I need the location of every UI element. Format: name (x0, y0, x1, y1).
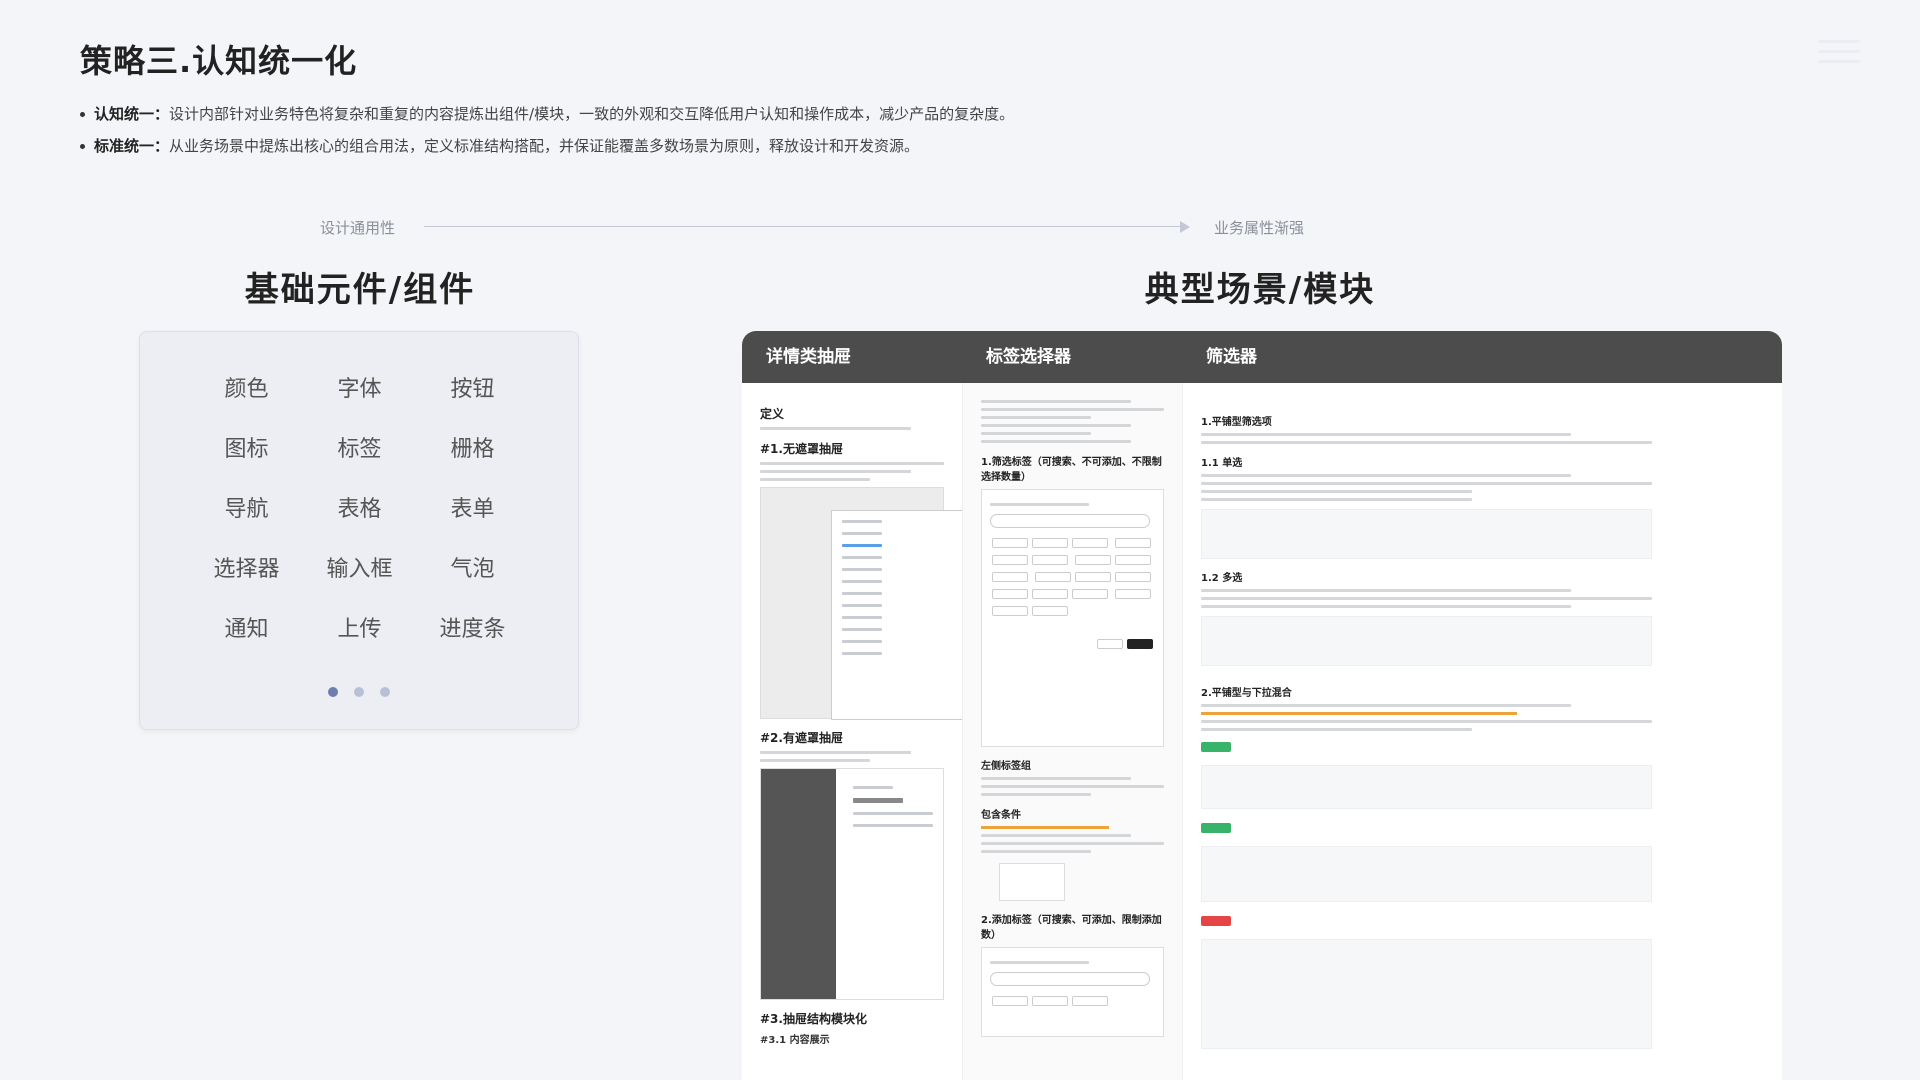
component-item: 进度条 (439, 617, 506, 642)
filter-mockup (1201, 616, 1652, 666)
component-item: 栅格 (450, 437, 495, 462)
axis-left-label: 设计通用性 (320, 219, 396, 237)
axis-right-label: 业务属性渐强 (1214, 219, 1305, 237)
doc-heading: 1.1 单选 (1201, 458, 1243, 469)
component-item: 表格 (337, 497, 382, 522)
page-title: 策略三.认知统一化 (80, 42, 358, 80)
doc-heading: 1.2 多选 (1201, 573, 1243, 584)
doc-heading: 定义 (760, 407, 785, 421)
status-badge (1201, 823, 1231, 833)
bullet-label: 标准统一： (94, 137, 170, 155)
tag-selector-mockup (981, 489, 1164, 747)
component-item: 气泡 (450, 557, 495, 582)
filter-doc-preview: 1.平铺型筛选项 1.1 单选 1.2 多选 2.平铺型与下拉混合 (1182, 383, 1782, 1080)
drawer-mockup (760, 487, 962, 720)
pagination-dot-active[interactable] (328, 687, 338, 697)
tag-selector-doc-preview: 1.筛选标签（可搜索、不可添加、不限制选择数量） 左侧标签组 包含条件 2.添加… (962, 383, 1182, 1080)
component-item: 通知 (224, 617, 269, 642)
arrow-right-icon (1180, 221, 1190, 233)
component-item: 上传 (337, 617, 382, 642)
component-item: 标签 (337, 437, 382, 462)
component-item: 表单 (450, 497, 495, 522)
filter-mockup (1201, 939, 1652, 1049)
components-grid: 颜色 字体 按钮 图标 标签 栅格 导航 表格 表单 选择器 输入框 气泡 通知… (190, 374, 530, 646)
doc-heading: 1.平铺型筛选项 (1201, 417, 1272, 428)
status-badge (1201, 916, 1231, 926)
doc-heading: 左侧标签组 (981, 761, 1031, 772)
filter-mockup (1201, 765, 1652, 809)
component-item: 输入框 (326, 557, 393, 582)
component-item: 字体 (337, 377, 382, 402)
bullet-label: 认知统一： (94, 105, 170, 123)
status-badge (1201, 742, 1231, 752)
bullet-item: 认知统一：设计内部针对业务特色将复杂和重复的内容提炼出组件/模块，一致的外观和交… (80, 98, 1014, 130)
modules-heading: 典型场景/模块 (1144, 270, 1376, 310)
bullet-item: 标准统一：从业务场景中提炼出核心的组合用法，定义标准结构搭配，并保证能覆盖多数场… (80, 130, 1014, 162)
doc-heading: 包含条件 (981, 810, 1021, 821)
doc-heading: #1.无遮罩抽屉 (760, 442, 843, 456)
component-item: 按钮 (450, 377, 495, 402)
components-card: 颜色 字体 按钮 图标 标签 栅格 导航 表格 表单 选择器 输入框 气泡 通知… (139, 331, 579, 730)
add-tag-mockup (981, 947, 1164, 1037)
masked-drawer-mockup (760, 768, 944, 1000)
bullet-text: 从业务场景中提炼出核心的组合用法，定义标准结构搭配，并保证能覆盖多数场景为原则，… (169, 137, 920, 155)
doc-heading: 2.平铺型与下拉混合 (1201, 688, 1292, 699)
tab-detail-drawer[interactable]: 详情类抽屉 (742, 331, 962, 383)
components-heading: 基础元件/组件 (244, 270, 476, 310)
doc-heading: 1.筛选标签（可搜索、不可添加、不限制选择数量） (981, 457, 1162, 483)
tab-tag-selector[interactable]: 标签选择器 (962, 331, 1182, 383)
tab-filter[interactable]: 筛选器 (1182, 331, 1782, 383)
doc-heading: #3.抽屉结构模块化 (760, 1012, 867, 1026)
doc-heading: 2.添加标签（可搜索、可添加、限制添加数） (981, 915, 1162, 941)
modules-tab-bar: 详情类抽屉 标签选择器 筛选器 (742, 331, 1782, 383)
bullet-list: 认知统一：设计内部针对业务特色将复杂和重复的内容提炼出组件/模块，一致的外观和交… (80, 98, 1014, 162)
drawer-doc-preview: 定义 #1.无遮罩抽屉 #2.有遮罩抽屉 #3.抽屉结构模块化 #3.1 内容展… (742, 383, 962, 1080)
component-item: 导航 (224, 497, 269, 522)
bullet-text: 设计内部针对业务特色将复杂和重复的内容提炼出组件/模块，一致的外观和交互降低用户… (169, 105, 1015, 123)
pagination-dot[interactable] (380, 687, 390, 697)
axis-line (424, 226, 1184, 227)
filter-mockup (1201, 846, 1652, 902)
pagination-dots (140, 682, 578, 701)
menu-icon[interactable] (1818, 40, 1860, 72)
slide: 策略三.认知统一化 认知统一：设计内部针对业务特色将复杂和重复的内容提炼出组件/… (0, 0, 1920, 1080)
component-item: 选择器 (213, 557, 280, 582)
filter-mockup (1201, 509, 1652, 559)
pagination-dot[interactable] (354, 687, 364, 697)
component-item: 颜色 (224, 377, 269, 402)
modules-panel: 详情类抽屉 标签选择器 筛选器 定义 #1.无遮罩抽屉 #2.有遮罩抽屉 #3.… (742, 331, 1782, 1080)
component-item: 图标 (224, 437, 269, 462)
doc-subheading: #3.1 内容展示 (760, 1035, 830, 1046)
doc-heading: #2.有遮罩抽屉 (760, 731, 843, 745)
